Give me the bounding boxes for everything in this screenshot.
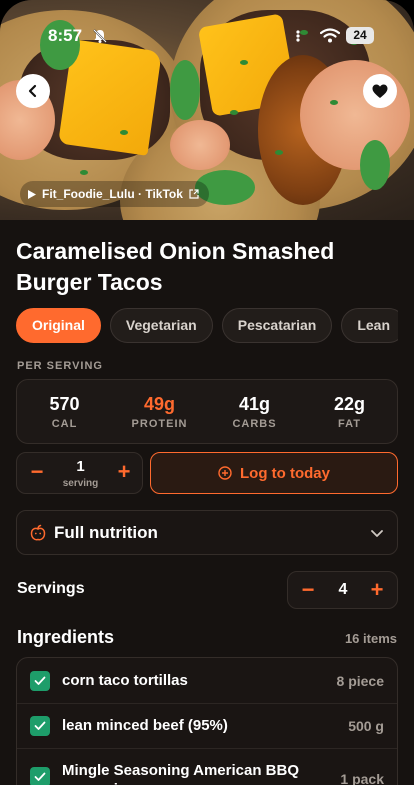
stat-label: CAL: [51, 418, 78, 430]
stat-label: PROTEIN: [131, 418, 188, 430]
source-link[interactable]: Fit_Foodie_Lulu · TikTok: [20, 181, 209, 207]
bell-slash-icon: [93, 29, 107, 43]
servings-stepper: − 4 +: [287, 571, 398, 609]
status-bar: 8:57 24: [0, 24, 414, 48]
servings-label: Servings: [17, 580, 85, 597]
chevron-down-icon: [371, 530, 383, 537]
check-icon: [34, 772, 46, 781]
ingredient-row[interactable]: Mingle Seasoning American BBQ seasoning …: [17, 749, 397, 785]
servings-increment-button[interactable]: +: [367, 579, 387, 601]
stat-fat: 22g FAT: [302, 380, 397, 443]
plus-circle-icon: [218, 466, 232, 480]
ingredient-checkbox[interactable]: [30, 767, 50, 785]
source-label: Fit_Foodie_Lulu · TikTok: [42, 187, 183, 201]
ingredient-row[interactable]: corn taco tortillas 8 piece: [17, 658, 397, 704]
check-icon: [34, 721, 46, 730]
stat-value: 49g: [143, 394, 176, 414]
stat-label: FAT: [338, 418, 361, 430]
recipe-screen: 8:57 24 Fit_Foodie_Lulu · TikTok Caramel…: [0, 0, 414, 785]
full-nutrition-toggle[interactable]: Full nutrition: [16, 510, 398, 555]
status-time: 8:57: [48, 26, 83, 45]
favorite-button[interactable]: [363, 74, 397, 108]
play-icon: [28, 189, 36, 199]
log-quantity-unit: serving: [62, 478, 99, 489]
stat-value: 22g: [333, 394, 366, 414]
check-icon: [34, 676, 46, 685]
log-to-today-button[interactable]: Log to today: [150, 452, 398, 494]
variant-tabs: Original Vegetarian Pescatarian Lean: [16, 308, 398, 344]
servings-decrement-button[interactable]: −: [298, 579, 318, 601]
macro-stats: 570 CAL 49g PROTEIN 41g CARBS 22g FAT: [16, 379, 398, 444]
ingredient-name: Mingle Seasoning American BBQ seasoning: [62, 762, 299, 785]
heart-icon: [372, 84, 388, 98]
log-decrement-button[interactable]: −: [27, 461, 47, 484]
stat-calories: 570 CAL: [17, 380, 112, 443]
variant-vegetarian[interactable]: Vegetarian: [109, 308, 213, 343]
ingredient-name: lean minced beef (95%): [62, 717, 228, 734]
back-button[interactable]: [16, 74, 50, 108]
variant-lean[interactable]: Lean: [341, 308, 398, 343]
stat-value: 41g: [238, 394, 271, 414]
stat-label: CARBS: [232, 418, 277, 430]
apple-icon: [30, 524, 46, 541]
stat-protein: 49g PROTEIN: [112, 380, 207, 443]
wifi-icon: [320, 28, 340, 43]
battery-indicator: 24: [346, 27, 374, 44]
stat-carbs: 41g CARBS: [207, 380, 302, 443]
external-link-icon: [189, 189, 199, 199]
ingredients-list: corn taco tortillas 8 piece lean minced …: [16, 657, 398, 785]
ingredients-heading: Ingredients: [17, 627, 115, 647]
stat-value: 570: [49, 394, 80, 414]
log-quantity-stepper: − 1 serving +: [16, 452, 143, 494]
log-quantity-value: 1: [76, 458, 85, 475]
ingredient-name: corn taco tortillas: [62, 672, 188, 689]
log-button-label: Log to today: [240, 464, 330, 482]
ingredient-quantity: 8 piece: [336, 673, 384, 689]
variant-original[interactable]: Original: [16, 308, 101, 343]
servings-value: 4: [338, 581, 348, 598]
recipe-title: Caramelised Onion Smashed Burger Tacos: [16, 238, 335, 295]
ingredient-row[interactable]: lean minced beef (95%) 500 g: [17, 704, 397, 749]
ingredient-checkbox[interactable]: [30, 671, 50, 691]
signal-icon: [296, 30, 300, 42]
log-increment-button[interactable]: +: [114, 461, 134, 484]
ingredient-checkbox[interactable]: [30, 716, 50, 736]
variant-pescatarian[interactable]: Pescatarian: [221, 308, 333, 343]
ingredients-count: 16 items: [344, 631, 397, 646]
ingredient-quantity: 1 pack: [340, 771, 384, 785]
back-chevron-icon: [28, 84, 37, 98]
full-nutrition-label: Full nutrition: [54, 523, 158, 542]
per-serving-label: PER SERVING: [17, 360, 103, 372]
ingredient-quantity: 500 g: [348, 718, 384, 734]
